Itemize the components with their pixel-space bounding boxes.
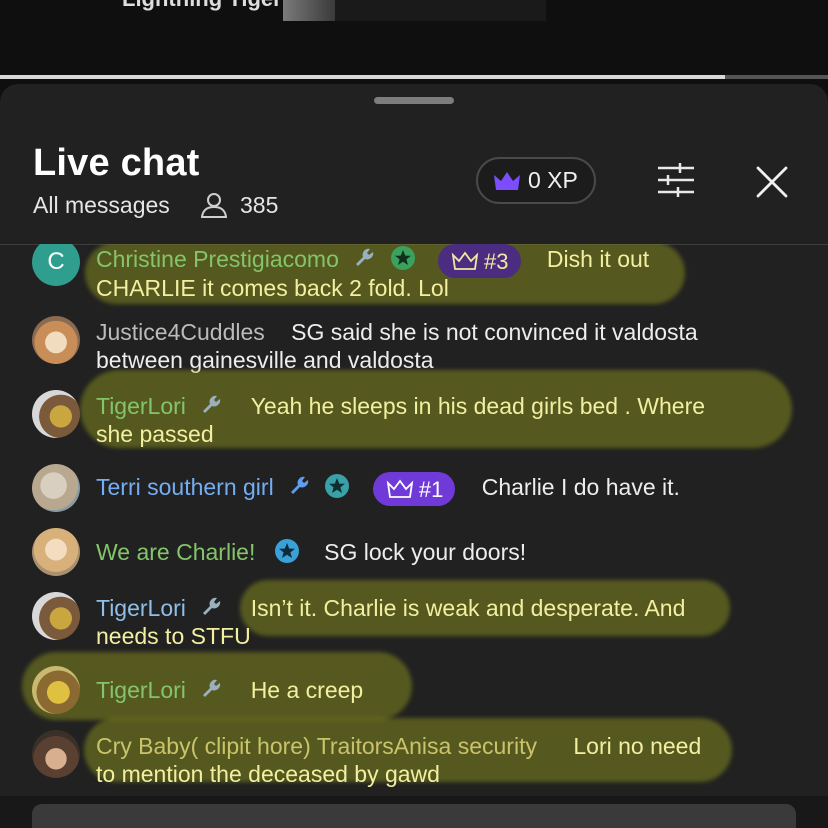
avatar[interactable]: C xyxy=(32,244,80,286)
message-text: Yeah he sleeps in his dead girls bed . W… xyxy=(250,393,706,419)
message-text: Lori no need xyxy=(573,733,702,759)
message-line-1: TigerLori He a creep xyxy=(96,676,363,705)
message-text: CHARLIE it comes back 2 fold. Lol xyxy=(96,275,449,301)
rank-label: #1 xyxy=(418,476,444,502)
avatar[interactable] xyxy=(32,464,80,512)
message-line-1: Cry Baby( clipit hore) TraitorsAnisa sec… xyxy=(96,732,701,761)
chat-message: We are Charlie! SG lock your doors! xyxy=(0,528,828,578)
chat-input[interactable] xyxy=(32,804,796,828)
avatar[interactable] xyxy=(32,592,80,640)
author-name[interactable]: Justice4Cuddles xyxy=(96,319,265,345)
author-name[interactable]: Christine Prestigiacomo xyxy=(96,246,339,272)
member-star-icon xyxy=(325,474,350,499)
chat-message: Justice4Cuddles SG said she is not convi… xyxy=(0,316,828,376)
chat-message: TigerLori Yeah he sleeps in his dead gir… xyxy=(0,370,828,458)
crown-icon xyxy=(451,251,479,270)
drag-handle[interactable] xyxy=(374,97,454,104)
crown-icon xyxy=(386,479,414,498)
author-name[interactable]: TigerLori xyxy=(96,677,186,703)
avatar[interactable] xyxy=(32,666,80,714)
rank-label: #3 xyxy=(484,248,509,274)
xp-button[interactable]: 0 XP xyxy=(476,157,596,204)
video-title: Lightning Tiger xyxy=(122,0,282,12)
member-star-icon xyxy=(274,539,299,563)
chat-filter-selector[interactable]: All messages xyxy=(33,192,170,219)
avatar[interactable] xyxy=(32,390,80,438)
message-line-1: Christine Prestigiacomo #3 Dish it out xyxy=(96,244,649,278)
chat-message-list[interactable]: C Christine Prestigiacomo #3 Dish it out… xyxy=(0,244,828,792)
chat-message: Terri southern girl #1 Charlie I do have… xyxy=(0,464,828,514)
message-text: Dish it out xyxy=(546,246,650,273)
message-line-1: TigerLori Yeah he sleeps in his dead gir… xyxy=(96,392,705,421)
video-progress-bar[interactable] xyxy=(0,75,828,79)
sliders-icon[interactable] xyxy=(654,160,698,200)
rank-badge: #1 xyxy=(372,472,456,506)
avatar-letter: C xyxy=(47,248,65,275)
member-star-icon xyxy=(390,246,415,271)
wrench-icon xyxy=(203,395,221,413)
crown-icon xyxy=(494,171,520,190)
message-text: SG lock your doors! xyxy=(324,539,527,565)
message-text: He a creep xyxy=(250,677,364,703)
message-line-1: TigerLori Isn’t it. Charlie is weak and … xyxy=(96,594,685,623)
author-name[interactable]: Cry Baby( clipit hore) TraitorsAnisa sec… xyxy=(96,733,537,759)
author-name[interactable]: TigerLori xyxy=(96,595,186,621)
message-text: needs to STFU xyxy=(96,623,251,649)
message-text: SG said she is not convinced it valdosta xyxy=(291,319,698,345)
message-line-1: We are Charlie! SG lock your doors! xyxy=(96,538,526,567)
wrench-icon xyxy=(291,476,309,495)
video-area: Lightning Tiger xyxy=(0,0,828,82)
message-text: to mention the deceased by gawd xyxy=(96,761,440,787)
message-text: Charlie I do have it. xyxy=(481,474,680,501)
avatar[interactable] xyxy=(32,528,80,576)
wrench-icon xyxy=(356,248,374,267)
chat-title: Live chat xyxy=(33,142,200,184)
avatar[interactable] xyxy=(32,730,80,778)
wrench-icon xyxy=(203,679,221,697)
avatar[interactable] xyxy=(32,316,80,364)
close-icon[interactable] xyxy=(752,162,792,202)
message-line-1: Terri southern girl #1 Charlie I do have… xyxy=(96,472,680,506)
video-progress-fill xyxy=(0,75,725,79)
chat-message: C Christine Prestigiacomo #3 Dish it out… xyxy=(0,244,828,304)
video-thumbnail[interactable] xyxy=(283,0,546,21)
author-name[interactable]: We are Charlie! xyxy=(96,539,255,565)
video-thumbnail-image xyxy=(283,0,335,21)
person-icon xyxy=(200,193,228,218)
chat-message: TigerLori He a creep xyxy=(0,652,828,720)
wrench-icon xyxy=(203,597,221,615)
message-text: Isn’t it. Charlie is weak and desperate.… xyxy=(250,595,686,621)
viewer-count: 385 xyxy=(240,192,279,218)
message-line-1: Justice4Cuddles SG said she is not convi… xyxy=(96,318,698,347)
rank-badge: #3 xyxy=(438,244,521,278)
message-text: she passed xyxy=(96,421,214,447)
chat-message: Cry Baby( clipit hore) TraitorsAnisa sec… xyxy=(0,718,828,792)
chat-message: TigerLori Isn’t it. Charlie is weak and … xyxy=(0,580,828,656)
author-name[interactable]: Terri southern girl xyxy=(96,474,274,500)
xp-label: 0 XP xyxy=(528,167,578,193)
author-name[interactable]: TigerLori xyxy=(96,393,186,419)
